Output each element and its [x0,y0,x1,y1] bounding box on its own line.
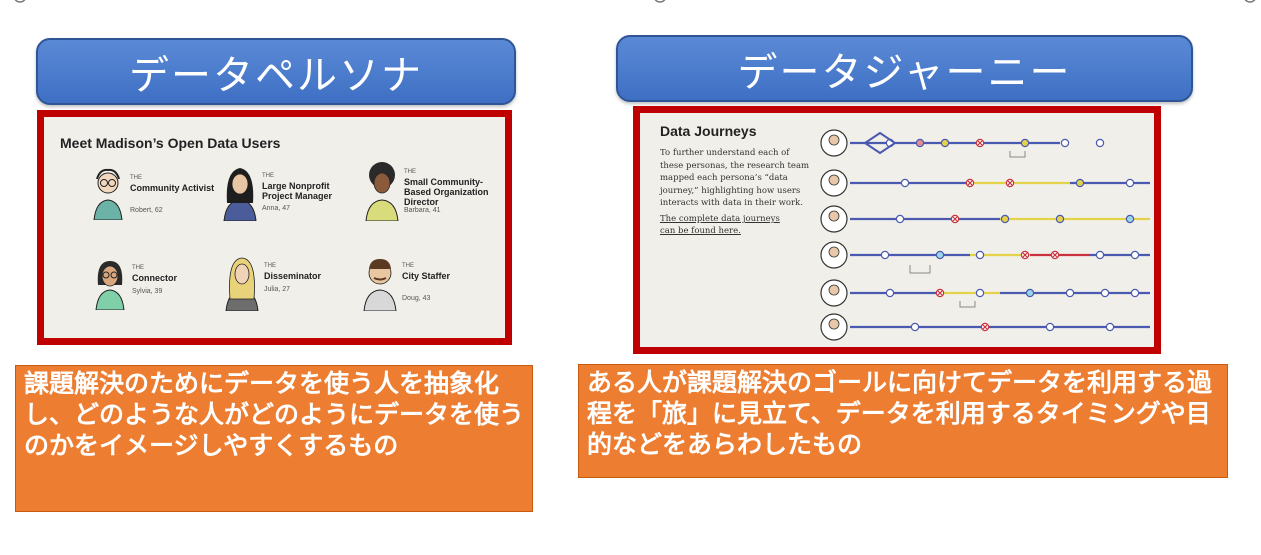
persona-community-director: THE Small Community-Based Organization D… [362,159,502,229]
persona-sub: Barbara, 41 [404,207,441,214]
journey-node [1045,322,1055,332]
journey-node [1105,322,1115,332]
persona-avatar-icon [225,257,259,311]
persona-sub: Robert, 62 [130,207,163,214]
persona-name: Community Activist [130,183,215,193]
journey-avatar-head [828,210,840,222]
persona-city-staffer: THE City Staffer Doug, 43 [360,253,500,323]
persona-sub: Doug, 43 [402,295,431,302]
persona-the-label: THE [404,169,416,175]
journey-avatar-head [828,318,840,330]
journey-node [1100,288,1110,298]
cut-off-top-edge [14,0,1256,3]
persona-the-label: THE [264,263,276,269]
journey-screenshot-frame: Data Journeys To further understand each… [633,106,1161,354]
journey-node [975,288,985,298]
journey-node [1095,250,1105,260]
persona-name: Disseminator [264,271,322,281]
journey-node [1125,214,1135,224]
journey-branch [909,265,931,274]
journey-node [1095,138,1105,148]
persona-sub: Sylvia, 39 [132,288,163,295]
journey-branch [1009,151,1026,158]
persona-sub: Anna, 47 [262,205,291,212]
persona-name: Small Community-Based Organization Direc… [404,177,489,207]
journey-node [975,250,985,260]
persona-connector: THE Connector Sylvia, 39 [90,255,230,325]
persona-avatar-icon [95,261,125,310]
journey-node [885,288,895,298]
persona-disseminator: THE Disseminator Julia, 27 [222,253,362,323]
journey-node [1130,250,1140,260]
journey-avatar-head [828,134,840,146]
journey-node [1025,288,1035,298]
journey-node [935,250,945,260]
journey-panel-title: Data Journeys [660,123,757,139]
journey-avatar-head [828,174,840,186]
journey-node [910,322,920,332]
journey-node [915,138,925,148]
journey-node [1130,288,1140,298]
journey-node [1075,178,1085,188]
journey-node [1000,214,1010,224]
persona-description-note: 課題解決のためにデータを使う人を抽象化し、どのような人がどのようにデータを使うの… [15,365,533,512]
journey-description-note: ある人が課題解決のゴールに向けてデータを利用する過程を「旅」に見立て、データを利… [578,364,1228,478]
journey-node [895,214,905,224]
data-persona-title: データペルソナ [36,38,516,105]
data-journey-title: データジャーニー [616,35,1193,102]
journey-node [900,178,910,188]
persona-screenshot-frame: Meet Madison’s Open Data Users THE Commu… [37,110,512,345]
journey-node [880,250,890,260]
journey-node [1065,288,1075,298]
persona-name: City Staffer [402,271,451,281]
persona-avatar-icon [223,168,257,221]
persona-avatar-icon [365,162,399,221]
persona-name: Connector [132,273,177,283]
persona-panel-title: Meet Madison’s Open Data Users [60,135,281,151]
persona-sub: Julia, 27 [264,286,291,293]
journey-branch [959,301,976,308]
journey-panel-body: To further understand each of these pers… [660,148,810,208]
journey-avatar-head [828,284,840,296]
journey-avatar-head [828,246,840,258]
persona-community-activist: THE Community Activist Robert, 62 [88,165,228,235]
journey-node [1055,214,1065,224]
persona-the-label: THE [132,265,144,271]
persona-the-label: THE [262,173,274,179]
persona-avatar-icon [93,168,123,220]
persona-the-label: THE [402,263,414,269]
journey-panel-link[interactable]: The complete data journeys can be found … [660,213,790,237]
journey-node [1060,138,1070,148]
persona-nonprofit-manager: THE Large Nonprofit Project Manager Anna… [220,163,360,233]
persona-avatar-icon [363,259,397,311]
persona-name: Large Nonprofit Project Manager [262,181,333,201]
journey-node [1125,178,1135,188]
journey-node [1020,138,1030,148]
persona-the-label: THE [130,175,142,181]
journey-node [940,138,950,148]
